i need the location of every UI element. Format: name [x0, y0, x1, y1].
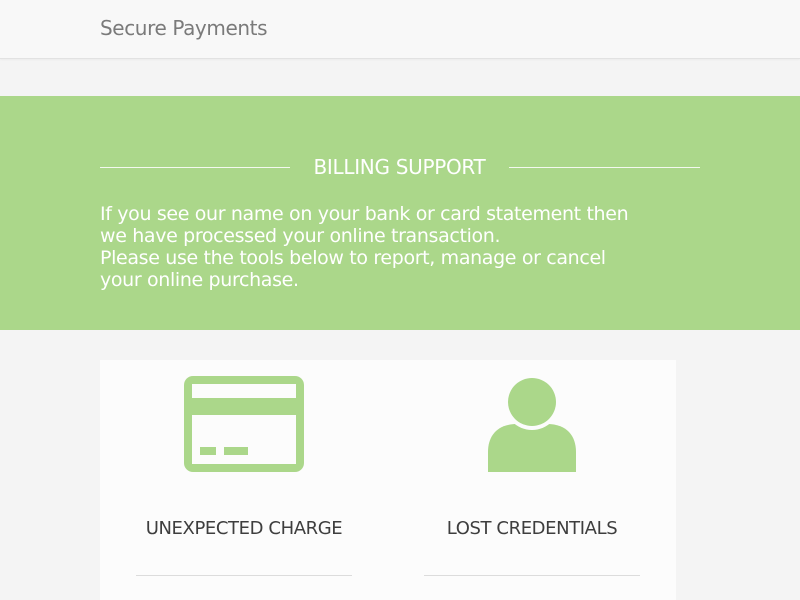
unexpected-charge-card[interactable]: UNEXPECTED CHARGE [100, 360, 388, 600]
brand-link[interactable]: Secure Payments [100, 16, 268, 40]
banner-description-line: we have processed your online transactio… [100, 225, 501, 247]
banner-description: If you see our name on your bank or card… [100, 203, 700, 291]
card-divider [424, 575, 640, 576]
top-navbar: Secure Payments [0, 0, 800, 59]
banner-description-line: If you see our name on your bank or card… [100, 203, 629, 225]
banner-description-line: your online purchase. [100, 269, 299, 291]
credit-card-icon [184, 376, 304, 476]
user-icon [487, 374, 577, 476]
lost-credentials-card[interactable]: LOST CREDENTIALS [388, 360, 676, 600]
title-divider-right [509, 167, 700, 168]
banner-title: BILLING SUPPORT [313, 155, 486, 179]
billing-support-banner: BILLING SUPPORT If you see our name on y… [0, 96, 800, 330]
card-divider [136, 575, 352, 576]
title-divider-left [100, 167, 290, 168]
lost-credentials-label: LOST CREDENTIALS [446, 518, 618, 539]
unexpected-charge-label: UNEXPECTED CHARGE [145, 518, 343, 539]
support-options-panel: UNEXPECTED CHARGE LOST CREDENTIALS [100, 360, 676, 600]
banner-description-line: Please use the tools below to report, ma… [100, 247, 606, 269]
